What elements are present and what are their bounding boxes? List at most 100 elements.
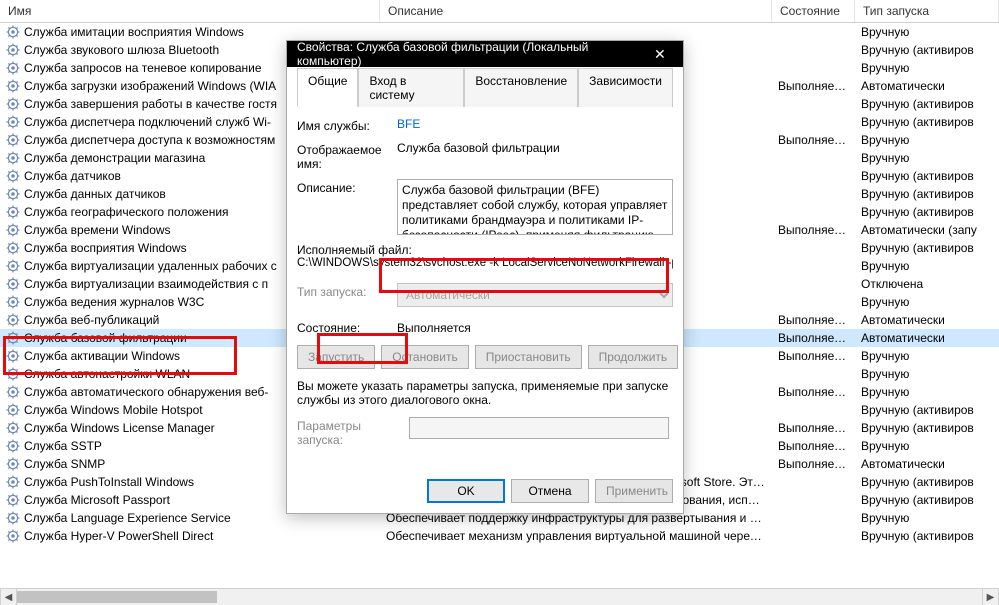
col-startup[interactable]: Тип запуска [855,0,999,22]
dialog-title-text: Свойства: Служба базовой фильтрации (Лок… [297,40,641,68]
svc-name: Служба виртуализации взаимодействия с п [24,275,268,293]
svc-startup: Автоматически [855,455,999,473]
svc-state [772,473,855,491]
svc-startup: Вручную (активиров [855,491,999,509]
svc-startup: Вручную [855,23,999,41]
svc-startup: Вручную [855,509,999,527]
svc-state: Выполняется [772,131,855,149]
tab-logon[interactable]: Вход в систему [358,68,464,107]
val-display-name: Служба базовой фильтрации [397,141,673,155]
gear-icon [6,439,20,453]
svc-startup: Вручную (активиров [855,473,999,491]
scroll-right-arrow[interactable]: ▶ [982,589,999,605]
svc-state: Выполняется [772,329,855,347]
svc-state [772,113,855,131]
svc-startup: Вручную (активиров [855,527,999,545]
svc-name: Служба географического положения [24,203,229,221]
tab-recovery[interactable]: Восстановление [464,68,578,107]
col-state[interactable]: Состояние [772,0,855,22]
tab-deps[interactable]: Зависимости [578,68,673,107]
horizontal-scrollbar[interactable]: ◀ ▶ [0,588,999,605]
svc-state [772,41,855,59]
svc-startup: Вручную (активиров [855,113,999,131]
gear-icon [6,529,20,543]
svc-state [772,239,855,257]
svc-name: Служба данных датчиков [24,185,166,203]
svc-state [772,491,855,509]
svc-startup: Вручную (активиров [855,95,999,113]
table-row[interactable]: Служба Hyper-V PowerShell DirectОбеспечи… [0,527,999,545]
svc-name: Служба Windows License Manager [24,419,215,437]
svc-state [772,185,855,203]
gear-icon [6,367,20,381]
start-button[interactable]: Запустить [297,345,375,369]
lbl-params: Параметры запуска: [297,417,409,447]
gear-icon [6,223,20,237]
col-desc[interactable]: Описание [380,0,772,22]
svc-startup: Вручную [855,383,999,401]
gear-icon [6,259,20,273]
svc-startup: Вручную [855,59,999,77]
stop-button[interactable]: Остановить [381,345,469,369]
svc-startup: Вручную (активиров [855,203,999,221]
svc-startup: Вручную (активиров [855,185,999,203]
val-description[interactable]: Служба базовой фильтрации (BFE) представ… [397,179,673,235]
svc-name: Служба SNMP [24,455,105,473]
svc-state: Выполняется [772,455,855,473]
gear-icon [6,115,20,129]
apply-button[interactable]: Применить [595,479,673,503]
svc-state [772,95,855,113]
svc-state [772,203,855,221]
svc-name: Служба звукового шлюза Bluetooth [24,41,219,59]
tab-general[interactable]: Общие [297,68,358,107]
svc-name: Служба диспетчера подключений служб Wi- [24,113,271,131]
gear-icon [6,277,20,291]
svc-startup: Вручную [855,347,999,365]
gear-icon [6,511,20,525]
svc-state [772,401,855,419]
svc-name: Служба Windows Mobile Hotspot [24,401,203,419]
resume-button[interactable]: Продолжить [588,345,679,369]
services-list-header: Имя Описание Состояние Тип запуска [0,0,999,23]
svc-startup: Автоматически [855,311,999,329]
dialog-titlebar[interactable]: Свойства: Служба базовой фильтрации (Лок… [287,41,683,67]
params-input[interactable] [409,417,669,439]
svc-state [772,365,855,383]
svc-name: Служба Microsoft Passport [24,491,170,509]
lbl-service-name: Имя службы: [297,117,397,133]
svc-name: Служба виртуализации удаленных рабочих с [24,257,277,275]
svc-state [772,527,855,545]
svc-startup: Вручную [855,293,999,311]
gear-icon [6,385,20,399]
svc-state [772,275,855,293]
svc-state [772,167,855,185]
cancel-button[interactable]: Отмена [511,479,589,503]
gear-icon [6,43,20,57]
close-icon[interactable]: ✕ [641,46,679,63]
svc-state: Выполняется [772,311,855,329]
lbl-description: Описание: [297,179,397,195]
svc-name: Служба запросов на теневое копирование [24,59,262,77]
svc-startup: Вручную (активиров [855,239,999,257]
gear-icon [6,403,20,417]
svc-name: Служба веб-публикаций [24,311,159,329]
val-service-name: BFE [397,117,673,131]
table-row[interactable]: Служба имитации восприятия WindowsВручну… [0,23,999,41]
svc-state [772,149,855,167]
scroll-thumb[interactable] [17,591,217,603]
gear-icon [6,133,20,147]
col-name[interactable]: Имя [0,0,380,22]
lbl-display-name: Отображаемое имя: [297,141,397,171]
gear-icon [6,349,20,363]
ok-button[interactable]: OK [427,479,505,503]
svc-name: Служба диспетчера доступа к возможностям [24,131,275,149]
scroll-left-arrow[interactable]: ◀ [0,589,17,605]
svc-name: Служба активации Windows [24,347,180,365]
svc-startup: Отключена [855,275,999,293]
svc-state [772,509,855,527]
svc-startup: Автоматически [855,329,999,347]
startup-type-select[interactable]: Автоматически [397,283,673,307]
svc-name: Служба SSTP [24,437,102,455]
pause-button[interactable]: Приостановить [475,345,582,369]
svc-startup: Вручную (активиров [855,419,999,437]
